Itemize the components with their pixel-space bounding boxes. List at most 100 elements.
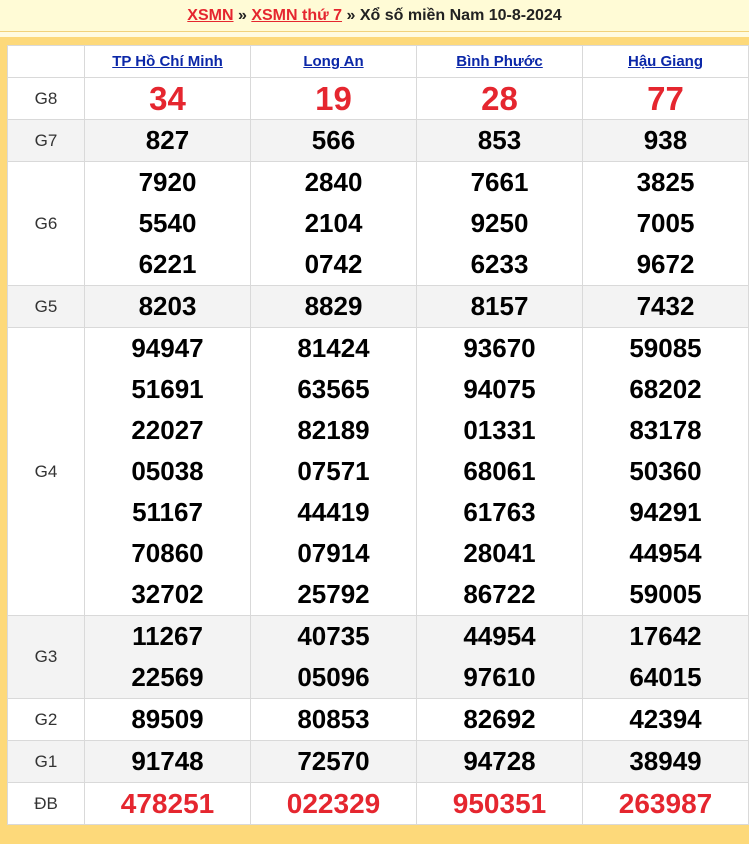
prize-cell: 263987: [582, 782, 749, 825]
prize-number: 19: [315, 80, 352, 117]
prize-cell: 566: [250, 119, 417, 162]
prize-number: 11267: [132, 621, 203, 651]
prize-number: 566: [311, 125, 356, 155]
prize-number: 17642: [629, 621, 702, 651]
prize-number: 2104: [304, 208, 363, 238]
province-header: Long An: [250, 45, 417, 78]
prize-cell: 478251: [84, 782, 251, 825]
prize-number: 25792: [297, 579, 370, 609]
results-container: TP Hồ Chí Minh Long An Bình Phước Hậu Gi…: [0, 37, 749, 844]
prize-number: 44954: [463, 621, 536, 651]
xsmn-saturday-link[interactable]: XSMN thứ 7: [251, 7, 342, 24]
prize-label: G2: [7, 698, 85, 741]
prize-cell: 7661 9250 6233: [416, 161, 583, 286]
prize-label: G3: [7, 615, 85, 699]
province-link[interactable]: TP Hồ Chí Minh: [112, 53, 223, 70]
prize-number: 93670: [463, 333, 536, 363]
prize-number: 77: [647, 80, 684, 117]
prize-number: 50360: [629, 456, 702, 486]
prize-cell: 3825 7005 9672: [582, 161, 749, 286]
prize-number: 68061: [463, 456, 536, 486]
prize-number: 05038: [131, 456, 204, 486]
prize-number: 7432: [636, 291, 695, 321]
prize-cell: 72570: [250, 740, 417, 783]
prize-number: 86722: [463, 579, 536, 609]
prize-number: 42394: [629, 704, 702, 734]
xsmn-link[interactable]: XSMN: [187, 7, 233, 24]
prize-number: 05096: [297, 662, 370, 692]
prize-number: 51167: [132, 497, 203, 527]
prize-cell: 44954 97610: [416, 615, 583, 699]
prize-cell: 7432: [582, 285, 749, 328]
prize-cell: 81424 63565 82189 07571 44419 07914 25792: [250, 327, 417, 616]
prize-number: 94291: [629, 497, 702, 527]
prize-row: G4 94947 51691 22027 05038 51167 70860 32702 814…: [7, 327, 749, 616]
prize-cell: 80853: [250, 698, 417, 741]
prize-cell: 8157: [416, 285, 583, 328]
prize-number: 7005: [636, 208, 695, 238]
prize-number: 8203: [138, 291, 197, 321]
breadcrumb-separator: »: [342, 7, 360, 24]
prize-number: 22027: [131, 415, 204, 445]
prize-cell: 93670 94075 01331 68061 61763 28041 86722: [416, 327, 583, 616]
province-header: Bình Phước: [416, 45, 583, 78]
prize-number: 94728: [463, 746, 536, 776]
prize-label: G1: [7, 740, 85, 783]
province-header: Hậu Giang: [582, 45, 749, 78]
breadcrumb: XSMN » XSMN thứ 7 » Xổ số miền Nam 10-8-…: [0, 0, 749, 32]
prize-row: G5 8203 8829 8157 7432: [7, 285, 749, 328]
prize-number: 28: [481, 80, 518, 117]
province-link[interactable]: Long An: [303, 53, 363, 70]
prize-cell: 827: [84, 119, 251, 162]
prize-cell: 11267 22569: [84, 615, 251, 699]
special-prize-number: 950351: [452, 788, 547, 819]
prize-number: 59085: [629, 333, 702, 363]
prize-number: 72570: [297, 746, 370, 776]
prize-number: 97610: [463, 662, 536, 692]
prize-label: G4: [7, 327, 85, 616]
prize-cell: 950351: [416, 782, 583, 825]
breadcrumb-separator: »: [233, 7, 252, 24]
prize-cell: 77: [582, 77, 749, 120]
prize-cell: 42394: [582, 698, 749, 741]
prize-cell: 17642 64015: [582, 615, 749, 699]
prize-number: 81424: [297, 333, 370, 363]
prize-number: 0742: [304, 249, 363, 279]
prize-label: ĐB: [7, 782, 85, 825]
prize-cell: 853: [416, 119, 583, 162]
prize-cell: 2840 2104 0742: [250, 161, 417, 286]
prize-number: 28041: [463, 538, 536, 568]
prize-number: 6221: [138, 249, 197, 279]
prize-cell: 8829: [250, 285, 417, 328]
prize-number: 59005: [629, 579, 702, 609]
prize-number: 01331: [463, 415, 536, 445]
province-link[interactable]: Hậu Giang: [628, 53, 703, 70]
prize-label: G7: [7, 119, 85, 162]
prize-number: 64015: [629, 662, 702, 692]
prize-row: G6 7920 5540 6221 2840 2104 0742 7661 9250 6233 38…: [7, 161, 749, 286]
prize-number: 94947: [131, 333, 204, 363]
province-link[interactable]: Bình Phước: [456, 53, 543, 70]
prize-number: 5540: [138, 208, 197, 238]
prize-row: G1 91748 72570 94728 38949: [7, 740, 749, 783]
prize-number: 38949: [629, 746, 702, 776]
prize-number: 3825: [636, 167, 695, 197]
prize-cell: 94947 51691 22027 05038 51167 70860 32702: [84, 327, 251, 616]
special-prize-number: 263987: [618, 788, 713, 819]
prize-number: 8157: [470, 291, 529, 321]
prize-number: 8829: [304, 291, 363, 321]
prize-row: G8 34 19 28 77: [7, 77, 749, 120]
prize-number: 68202: [629, 374, 702, 404]
prize-number: 51691: [131, 374, 204, 404]
prize-row: G2 89509 80853 82692 42394: [7, 698, 749, 741]
prize-number: 938: [643, 125, 688, 155]
prize-number: 80853: [297, 704, 370, 734]
prize-label: G5: [7, 285, 85, 328]
prize-cell: 59085 68202 83178 50360 94291 44954 59005: [582, 327, 749, 616]
prize-number: 07914: [297, 538, 370, 568]
prize-cell: 19: [250, 77, 417, 120]
prize-number: 34: [149, 80, 186, 117]
prize-cell: 40735 05096: [250, 615, 417, 699]
prize-number: 70860: [131, 538, 204, 568]
province-header: TP Hồ Chí Minh: [84, 45, 251, 78]
